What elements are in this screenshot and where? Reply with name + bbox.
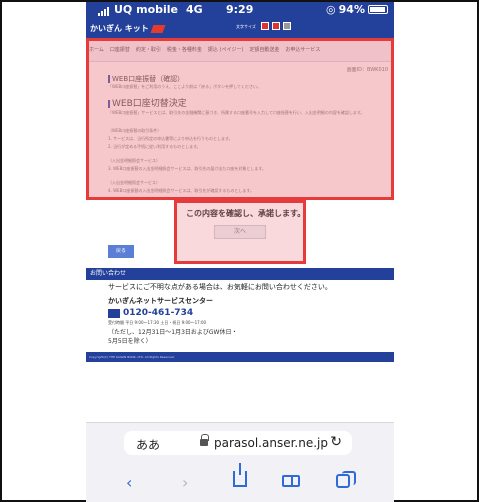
holiday-note: （ただし、12月31日〜1月3日およびGW休日・ 5月5日を除く） — [108, 329, 238, 345]
text-size-controls: 文字サイズ — [236, 22, 291, 30]
battery-percent: 94% — [338, 3, 365, 16]
bank-logo[interactable]: かいぎん キット — [90, 23, 166, 34]
address-bar[interactable]: ああ parasol.anser.ne.jp ↻ — [124, 431, 352, 455]
url-text[interactable]: parasol.anser.ne.jp — [214, 436, 328, 450]
inquiry-text: サービスにご不明な点がある場合は、お気軽にお問い合わせください。 — [108, 283, 332, 291]
signal-icon — [98, 7, 109, 16]
status-bar: UQ mobile 4G 9:29 ◎ 94% — [86, 2, 394, 18]
browser-toolbar: ああ parasol.anser.ne.jp ↻ ‹ › — [86, 422, 394, 502]
carrier-name: UQ mobile — [114, 3, 179, 16]
text-size-large-button[interactable] — [283, 22, 291, 30]
battery-icon — [368, 5, 388, 14]
phone-number[interactable]: 0120-461-734 — [108, 308, 193, 318]
back-button[interactable]: 戻る — [108, 245, 134, 258]
forward-arrow-icon[interactable]: › — [182, 473, 188, 492]
freedial-icon — [108, 308, 120, 318]
logo-text: かいぎん キット — [90, 24, 149, 33]
text-size-small-button[interactable] — [261, 22, 269, 30]
inquiry-header: お問い合わせ — [86, 268, 394, 280]
footer-copyright: Copyright(C) THE KAIGIN BANK, LTD. All R… — [86, 352, 394, 362]
text-size-label: 文字サイズ — [236, 23, 256, 29]
service-center-name: かいぎんネットサービスセンター — [108, 297, 213, 305]
site-header: かいぎん キット 文字サイズ — [86, 18, 394, 38]
highlight-confirm-box — [174, 200, 306, 264]
reader-options-button[interactable]: ああ — [136, 436, 160, 453]
highlight-terms-box — [86, 38, 394, 200]
bookmarks-icon[interactable] — [282, 475, 300, 487]
reload-icon[interactable]: ↻ — [330, 434, 342, 450]
clock: 9:29 — [226, 3, 254, 16]
service-hours: 受付時間 平日 9:00〜17:30 土日・祝日 9:00〜17:00 — [108, 320, 207, 325]
share-icon[interactable] — [233, 463, 247, 487]
screenshot-frame: UQ mobile 4G 9:29 ◎ 94% かいぎん キット 文字サイズ ホ… — [0, 0, 479, 502]
text-size-medium-button[interactable] — [272, 22, 280, 30]
phone-screen: UQ mobile 4G 9:29 ◎ 94% かいぎん キット 文字サイズ ホ… — [86, 2, 394, 502]
logo-mark-icon — [150, 24, 166, 33]
carrier-info: UQ mobile 4G — [98, 3, 203, 16]
back-arrow-icon[interactable]: ‹ — [126, 473, 132, 492]
tabs-icon[interactable] — [336, 471, 356, 488]
status-right: ◎ 94% — [326, 3, 388, 16]
lock-icon — [200, 434, 209, 446]
alarm-icon: ◎ — [326, 3, 336, 16]
network-type: 4G — [186, 3, 203, 16]
